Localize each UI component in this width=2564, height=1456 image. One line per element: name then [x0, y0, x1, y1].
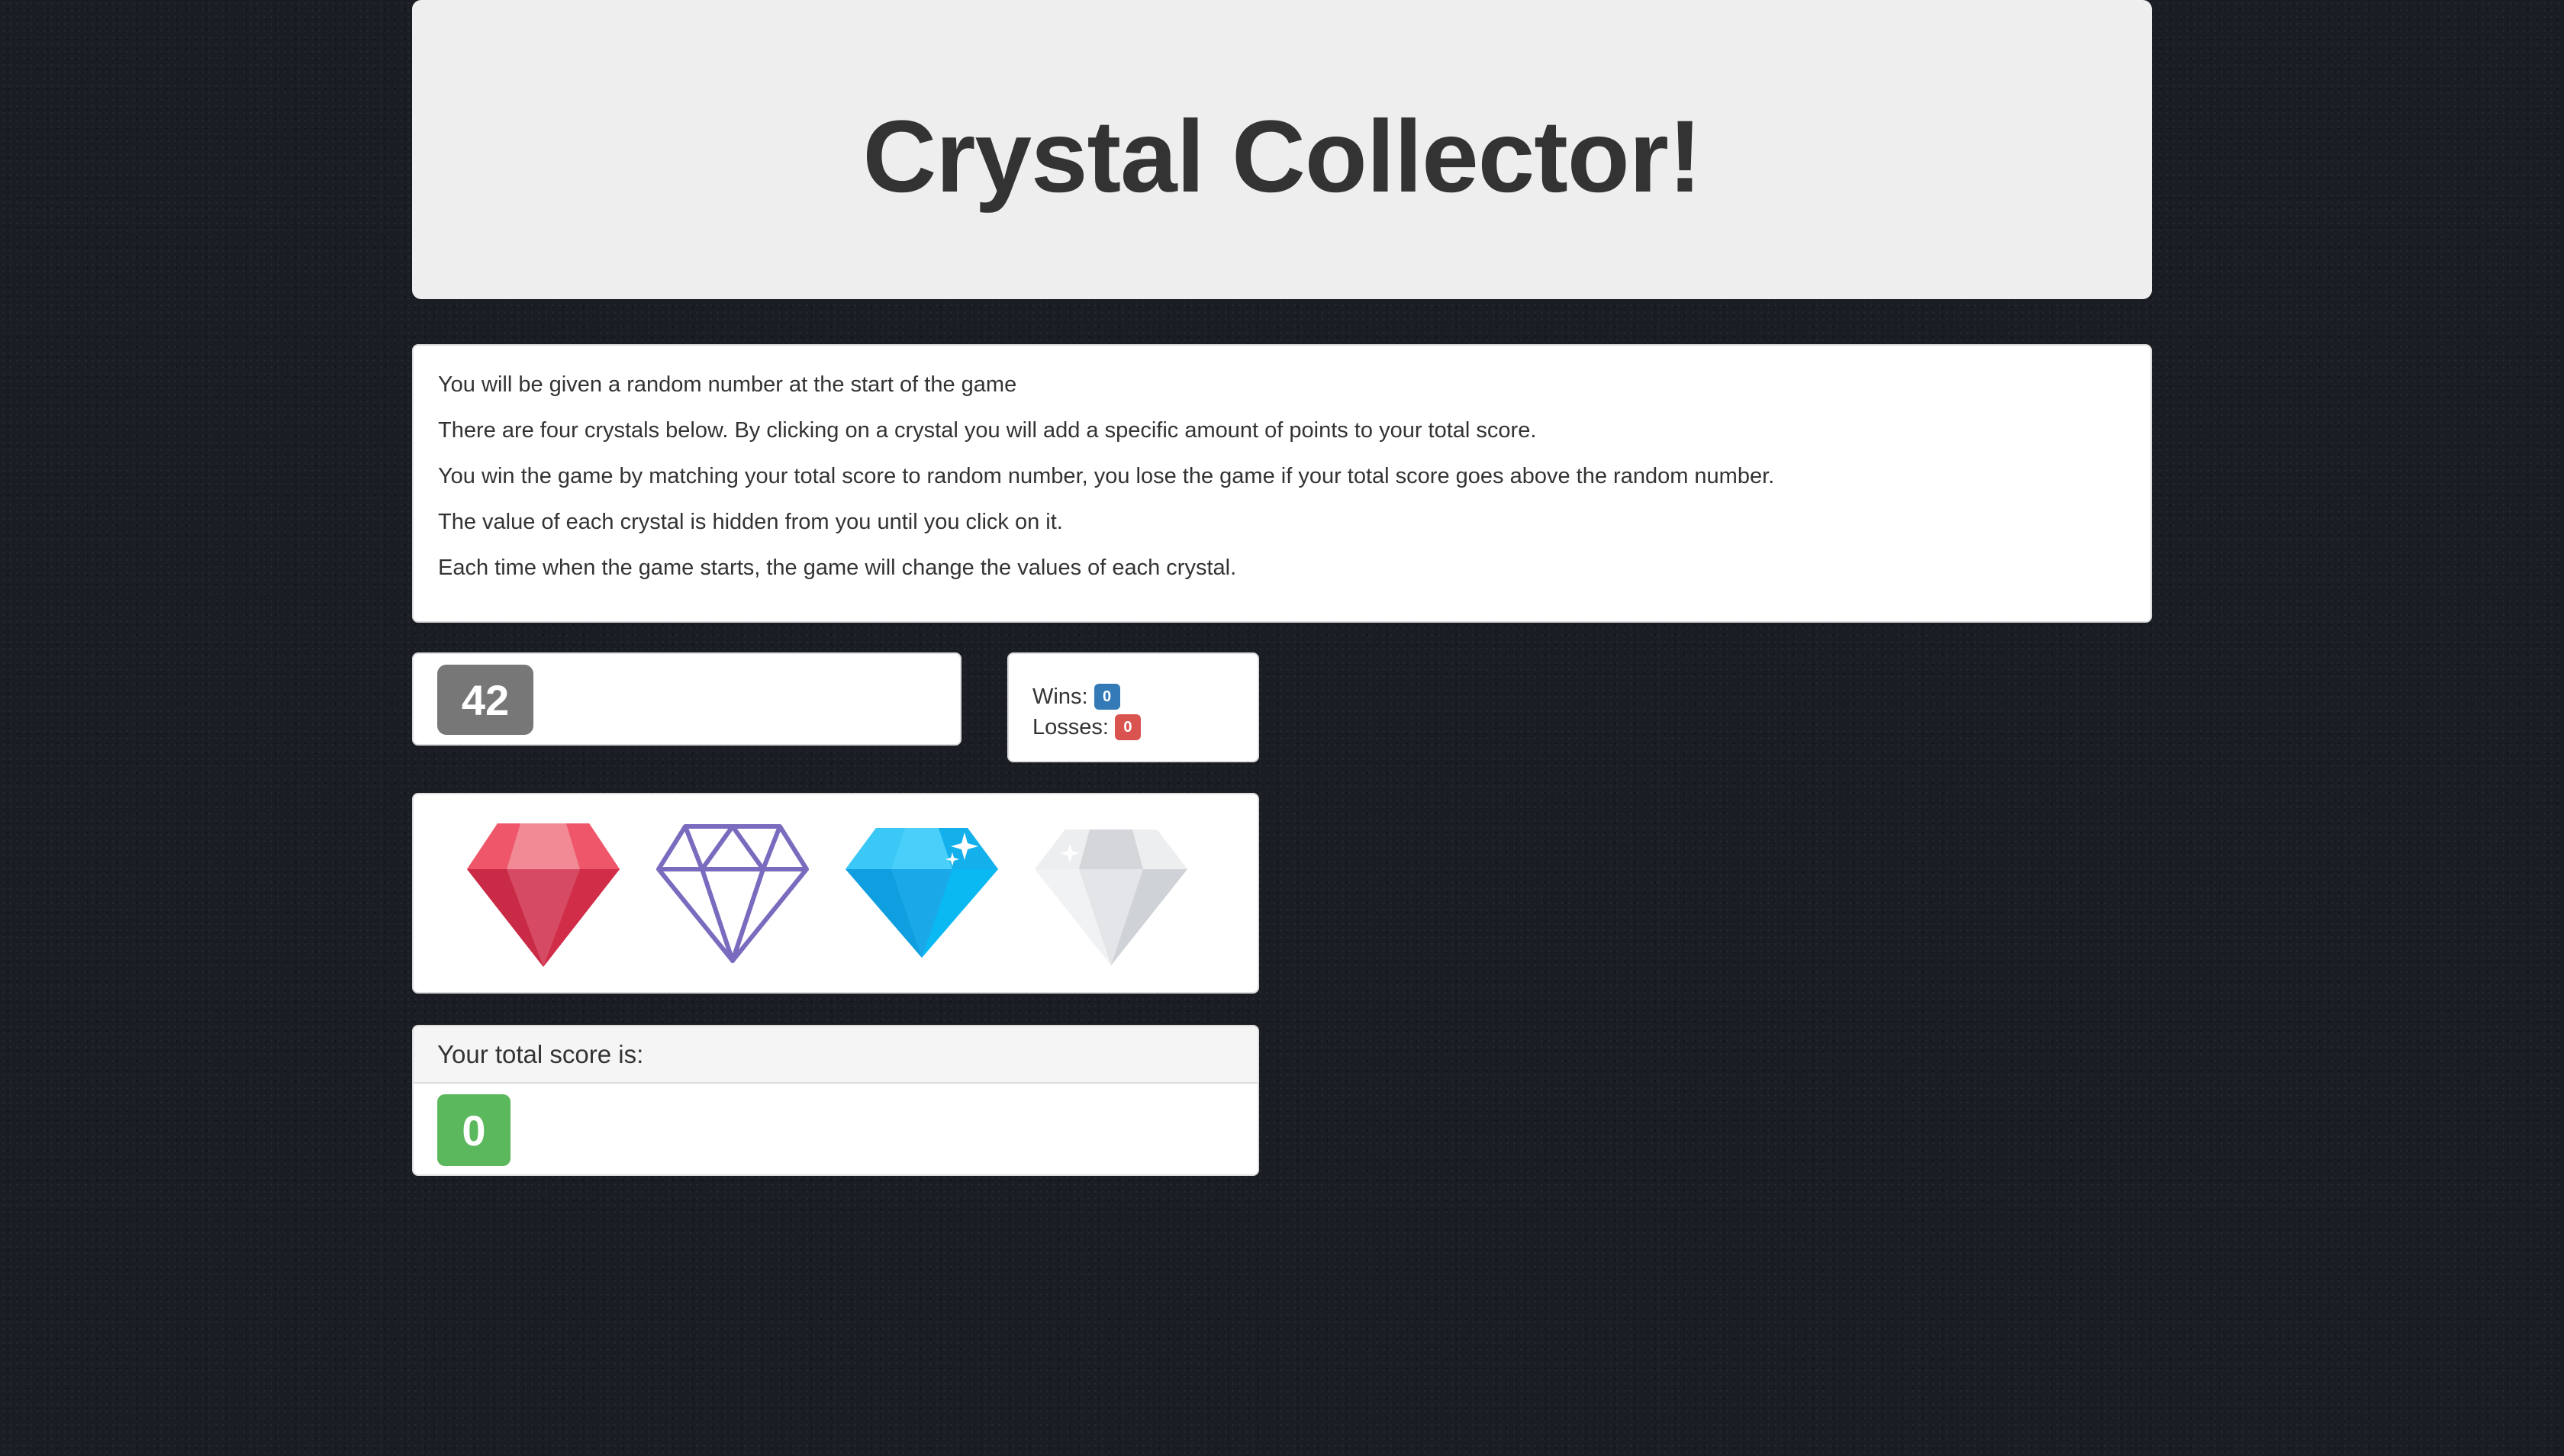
losses-row: Losses: 0: [1032, 712, 1234, 742]
crystal-blue-button[interactable]: [846, 823, 998, 967]
crystals-panel: [412, 793, 1259, 994]
white-diamond-icon: [1035, 829, 1187, 965]
instruction-line: There are four crystals below. By clicki…: [438, 418, 1537, 443]
win-loss-panel: Wins: 0 Losses: 0: [1007, 652, 1259, 762]
blue-diamond-icon: [846, 828, 998, 958]
page-title: Crystal Collector!: [862, 99, 1702, 214]
crystal-red-button[interactable]: [467, 823, 620, 967]
instruction-line: Each time when the game starts, the game…: [438, 556, 1237, 580]
crystal-white-button[interactable]: [1035, 823, 1187, 967]
target-number-panel: 42: [412, 652, 961, 746]
wins-label: Wins:: [1032, 685, 1088, 709]
total-score-panel: Your total score is: 0: [412, 1025, 1259, 1176]
instruction-line: You will be given a random number at the…: [438, 372, 1017, 397]
target-number-badge: 42: [437, 665, 533, 735]
total-score-badge: 0: [437, 1094, 511, 1166]
losses-label: Losses:: [1032, 715, 1109, 739]
wins-row: Wins: 0: [1032, 681, 1234, 712]
crystal-purple-button[interactable]: [656, 823, 809, 967]
title-banner: Crystal Collector!: [412, 0, 2152, 299]
red-ruby-icon: [467, 823, 620, 967]
instruction-line: The value of each crystal is hidden from…: [438, 510, 1063, 534]
losses-count-badge: 0: [1114, 714, 1141, 740]
total-score-heading: Your total score is:: [414, 1026, 1258, 1084]
instructions-panel: You will be given a random number at the…: [412, 344, 2152, 623]
purple-outline-diamond-icon: [656, 824, 809, 963]
wins-count-badge: 0: [1094, 684, 1120, 710]
instruction-line: You win the game by matching your total …: [438, 464, 1775, 488]
